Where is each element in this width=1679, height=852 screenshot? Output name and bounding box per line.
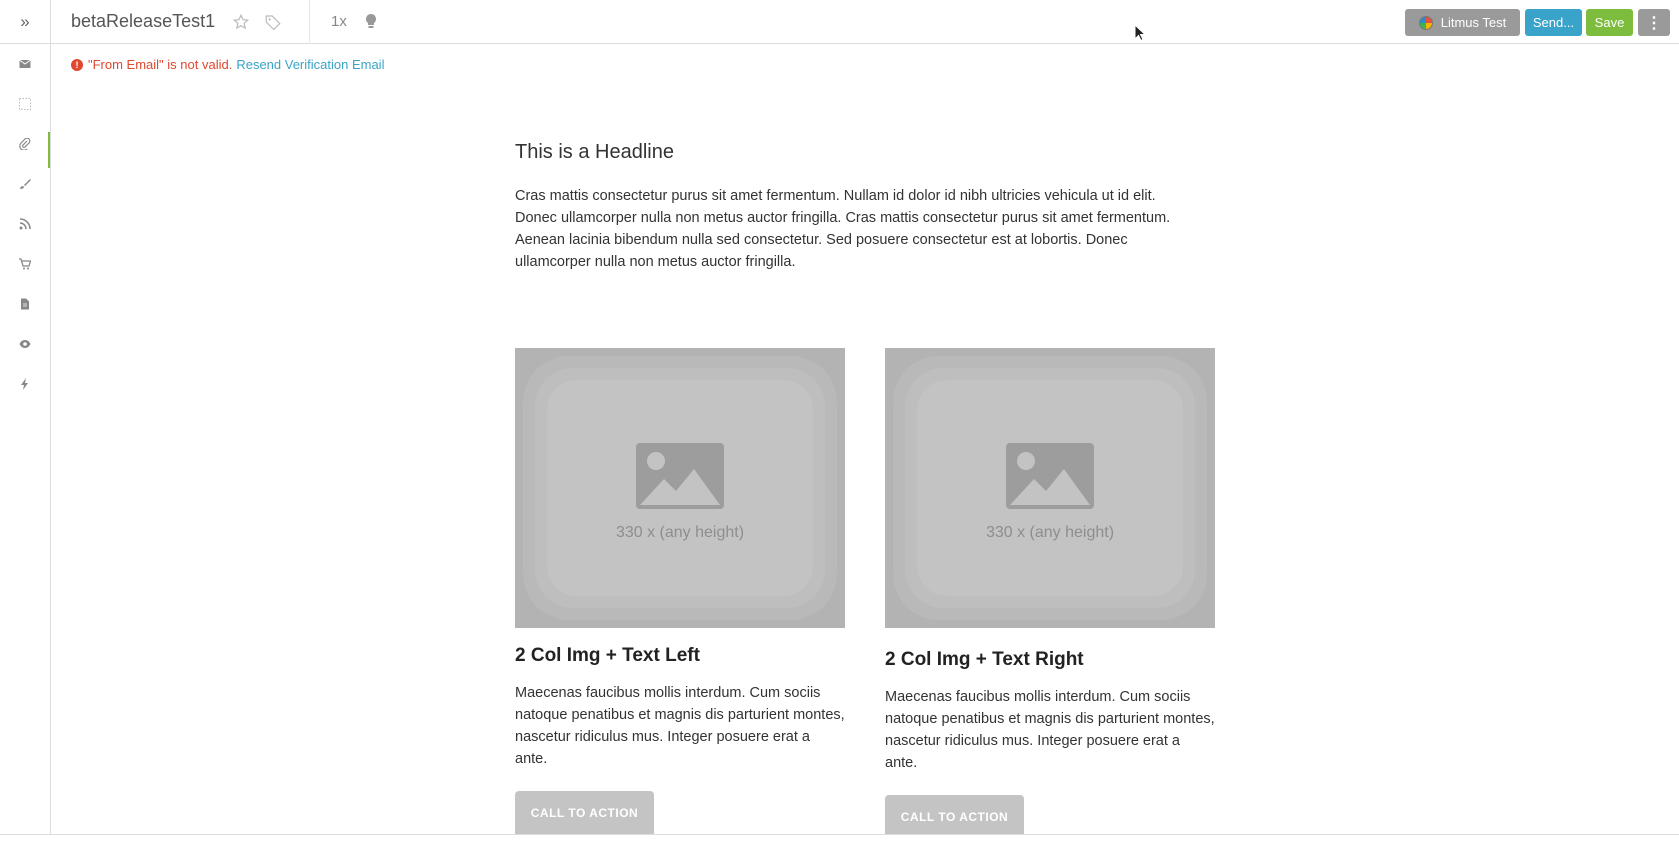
call-to-action-button-left[interactable]: CALL TO ACTION: [515, 791, 654, 835]
litmus-test-button[interactable]: Litmus Test: [1405, 9, 1520, 36]
image-icon: [1006, 443, 1094, 509]
lightning-icon: [21, 378, 28, 390]
error-icon: !: [71, 58, 83, 71]
sidebar-item-layout[interactable]: [0, 84, 50, 124]
image-placeholder-caption: 330 x (any height): [615, 524, 745, 541]
from-email-warning: ! "From Email" is not valid. Resend Veri…: [71, 57, 384, 72]
column-left-title[interactable]: 2 Col Img + Text Left: [515, 645, 700, 667]
zoom-level[interactable]: 1x: [331, 13, 347, 30]
sidebar-item-style[interactable]: [0, 164, 50, 204]
litmus-logo-icon: [1418, 15, 1433, 30]
send-button[interactable]: Send...: [1525, 9, 1582, 36]
image-placeholder-right[interactable]: 330 x (any height): [885, 348, 1215, 628]
email-title[interactable]: betaReleaseTest1: [71, 11, 215, 32]
email-intro-text[interactable]: Cras mattis consectetur purus sit amet f…: [515, 185, 1195, 273]
tag-icon[interactable]: [264, 13, 282, 31]
litmus-test-label: Litmus Test: [1440, 15, 1507, 30]
layout-grid-icon: [19, 98, 31, 110]
sidebar-item-cart[interactable]: [0, 244, 50, 284]
toolbar-divider: [309, 0, 310, 44]
mouse-cursor-icon: [1134, 24, 1146, 42]
lightbulb-icon[interactable]: [364, 13, 378, 31]
star-icon[interactable]: [232, 13, 250, 31]
sidebar-item-preview[interactable]: [0, 324, 50, 364]
save-button[interactable]: Save: [1586, 9, 1633, 36]
sidebar-item-document[interactable]: [0, 284, 50, 324]
email-headline[interactable]: This is a Headline: [515, 141, 674, 164]
sidebar-item-envelope[interactable]: [0, 44, 50, 84]
envelope-icon: [19, 59, 31, 68]
sidebar-active-indicator: [48, 132, 50, 168]
column-left-text[interactable]: Maecenas faucibus mollis interdum. Cum s…: [515, 682, 845, 770]
bottom-scroll-edge: [0, 834, 1679, 852]
expand-sidebar-icon[interactable]: »: [0, 0, 51, 44]
image-placeholder-caption: 330 x (any height): [985, 524, 1115, 541]
sidebar: [0, 44, 51, 834]
column-right-title[interactable]: 2 Col Img + Text Right: [885, 649, 1084, 671]
paintbrush-icon: [20, 179, 31, 189]
sidebar-item-rss[interactable]: [0, 204, 50, 244]
eye-icon: [19, 340, 31, 348]
resend-verification-link[interactable]: Resend Verification Email: [236, 57, 384, 72]
top-bar: » betaReleaseTest1 1x Litmus Test Send..…: [0, 0, 1679, 44]
document-icon: [21, 298, 29, 310]
sidebar-item-automation[interactable]: [0, 364, 50, 404]
cart-icon: [19, 258, 31, 270]
sidebar-item-attachments[interactable]: [0, 124, 50, 164]
call-to-action-button-right[interactable]: CALL TO ACTION: [885, 795, 1024, 839]
warning-message: "From Email" is not valid.: [88, 57, 233, 72]
paperclip-icon: [19, 138, 31, 150]
image-placeholder-left[interactable]: 330 x (any height): [515, 348, 845, 628]
image-icon: [636, 443, 724, 509]
column-right-text[interactable]: Maecenas faucibus mollis interdum. Cum s…: [885, 686, 1215, 774]
rss-icon: [19, 218, 31, 230]
more-options-button[interactable]: ⋮: [1638, 9, 1670, 36]
